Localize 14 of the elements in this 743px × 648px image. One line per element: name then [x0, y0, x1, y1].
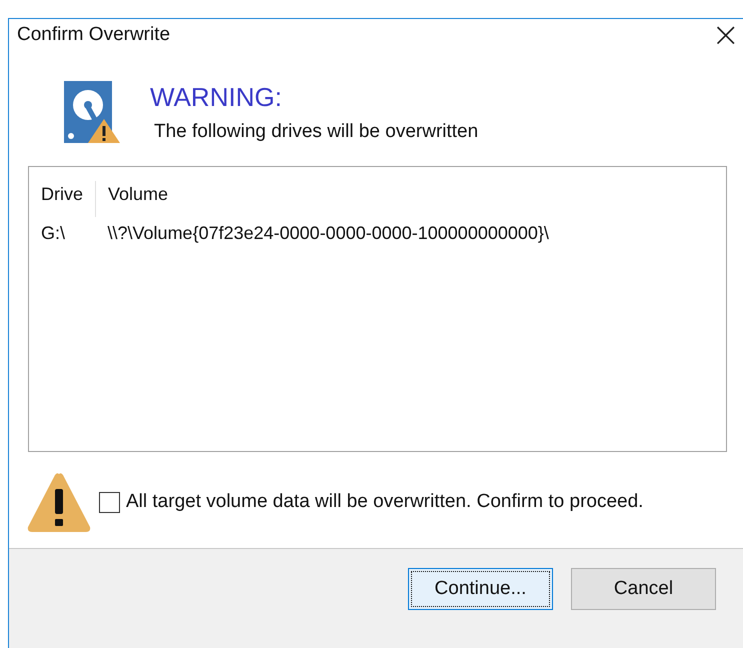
column-header[interactable]: Volume — [96, 181, 561, 217]
confirm-label: All target volume data will be overwritten. Confirm to proceed. — [126, 491, 644, 513]
warning-message: The following drives will be overwritten — [154, 121, 478, 143]
table-cell: G:\ — [29, 217, 96, 250]
cancel-button[interactable]: Cancel — [571, 568, 716, 610]
column-header[interactable]: Drive — [29, 181, 96, 217]
drive-warning-icon — [64, 81, 120, 143]
warning-heading: WARNING: — [150, 82, 283, 113]
table-cell: \\?\Volume{07f23e24-0000-0000-0000-100000000000}\ — [96, 217, 561, 250]
window-title: Confirm Overwrite — [17, 24, 170, 46]
warning-icon — [27, 472, 91, 532]
confirm-checkbox[interactable] — [99, 492, 120, 512]
continue-button[interactable]: Continue... — [408, 568, 553, 610]
close-button[interactable]: × — [708, 18, 743, 52]
